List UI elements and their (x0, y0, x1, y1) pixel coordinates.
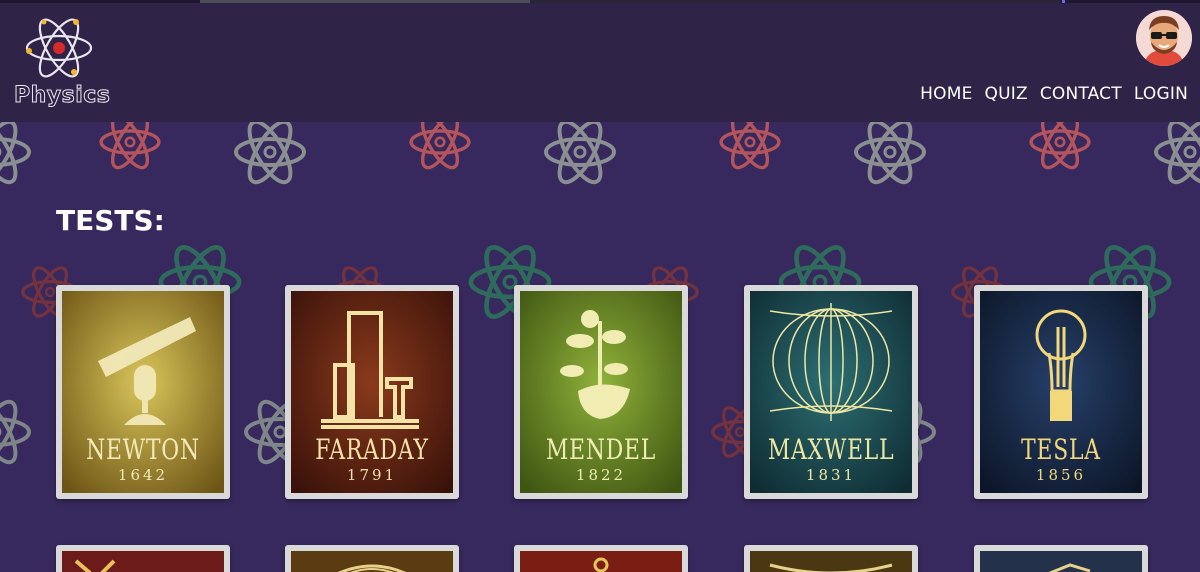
test-card[interactable] (56, 545, 230, 572)
poster-faraday: FARADAY 1791 (291, 291, 453, 493)
poster-name: MENDEL (545, 433, 657, 466)
nav-home[interactable]: HOME (920, 84, 972, 104)
poster-name: NEWTON (86, 433, 200, 466)
test-card[interactable] (974, 545, 1148, 572)
brand-logo[interactable]: Physics (14, 13, 111, 113)
test-card[interactable] (744, 545, 918, 572)
test-card-mendel[interactable]: MENDEL 1822 (514, 285, 688, 499)
poster-year: 1642 (117, 466, 169, 484)
poster-maxwell: MAXWELL 1831 (750, 291, 912, 493)
poster-year: 1822 (575, 466, 627, 484)
poster-name: FARADAY (315, 433, 429, 466)
nav-quiz[interactable]: QUIZ (985, 84, 1028, 104)
site-header: Physics HOME QUIZ CONTACT LOGIN (0, 3, 1200, 122)
brand-name: Physics (14, 83, 111, 109)
section-title: TESTS: (56, 204, 165, 237)
nav-contact[interactable]: CONTACT (1040, 84, 1122, 104)
avatar[interactable] (1136, 10, 1192, 66)
poster (62, 551, 224, 572)
main-nav: HOME QUIZ CONTACT LOGIN (920, 84, 1188, 104)
atom-icon (25, 18, 93, 78)
poster-year: 1791 (346, 466, 398, 484)
poster-name: TESLA (1021, 433, 1101, 466)
test-card-tesla[interactable]: TESLA 1856 (974, 285, 1148, 499)
poster-newton: NEWTON 1642 (62, 291, 224, 493)
nav-login[interactable]: LOGIN (1134, 84, 1188, 104)
poster-name: MAXWELL (767, 433, 895, 466)
poster-year: 1831 (805, 466, 857, 484)
poster (520, 551, 682, 572)
poster (291, 551, 453, 572)
poster-mendel: MENDEL 1822 (520, 291, 682, 493)
poster (980, 551, 1142, 572)
test-card-maxwell[interactable]: MAXWELL 1831 (744, 285, 918, 499)
poster (750, 551, 912, 572)
test-card[interactable] (514, 545, 688, 572)
test-card-faraday[interactable]: FARADAY 1791 (285, 285, 459, 499)
poster-year: 1856 (1035, 466, 1087, 484)
test-card[interactable] (285, 545, 459, 572)
test-card-newton[interactable]: NEWTON 1642 (56, 285, 230, 499)
poster-tesla: TESLA 1856 (980, 291, 1142, 493)
